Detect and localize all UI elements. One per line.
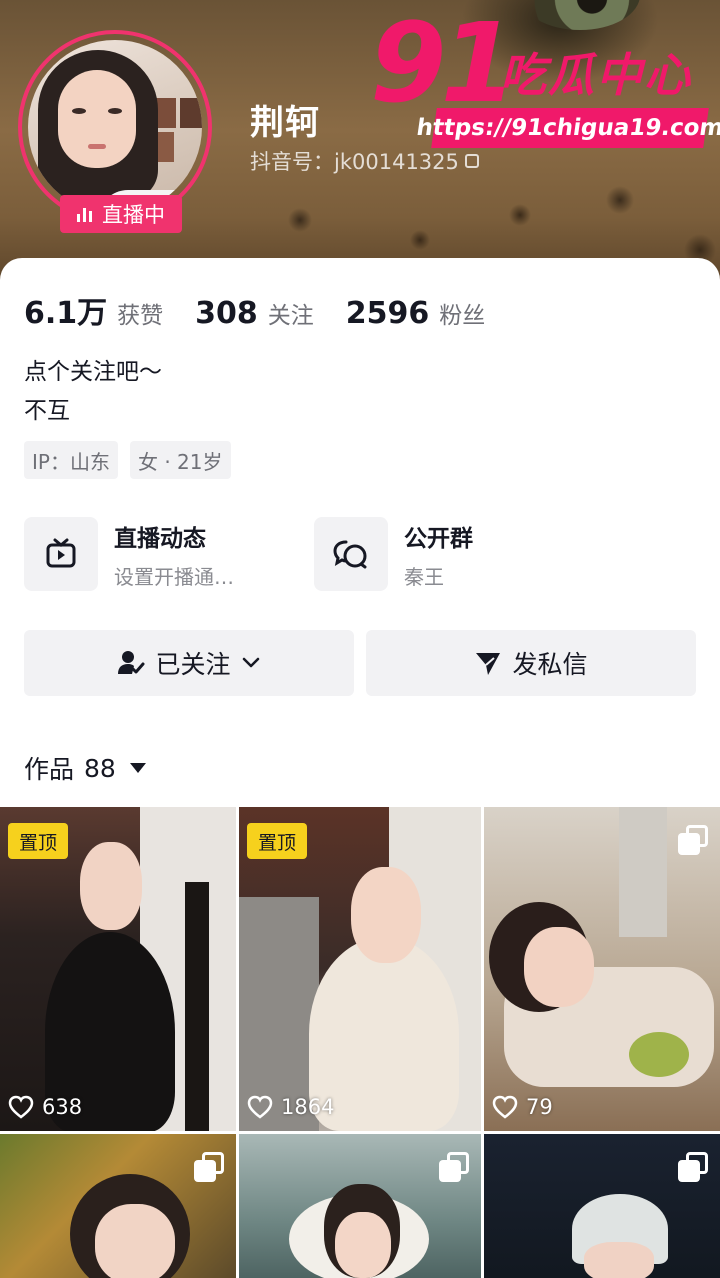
profile-tags: IP：山东 女 · 21岁 [24,441,231,479]
works-count: 88 [84,753,116,783]
video-likes: 79 [492,1095,553,1119]
stat-following[interactable]: 308 关注 [195,296,314,331]
chat-bubbles-icon [333,540,367,569]
leopard-eye-decoration [520,0,640,30]
public-group-title: 公开群 [404,525,473,552]
video-likes: 1864 [247,1095,334,1119]
profile-nickname: 荆轲 [250,103,320,143]
heart-icon [8,1095,34,1119]
heart-icon [492,1095,518,1119]
live-updates-entry[interactable]: 直播动态 设置开播通… [24,516,234,592]
stat-following-value: 308 [195,296,258,331]
entry-icon-box [314,517,388,591]
watermark-logo-title: 吃瓜中心 [500,48,692,102]
works-label: 作品 [24,755,75,784]
gender-age-tag: 女 · 21岁 [129,441,231,479]
works-tab[interactable]: 作品 88 [24,750,146,786]
bio-line: 点个关注吧～ [24,359,162,385]
video-grid: 置顶 638 置顶 1864 79 [0,807,720,1278]
douyin-id-text: 抖音号：jk00141325 [250,150,459,174]
pinned-badge: 置顶 [247,823,307,859]
followed-button[interactable]: 已关注 [24,630,354,696]
stat-followers-label: 粉丝 [439,303,486,329]
video-thumbnail[interactable] [239,1134,481,1278]
video-likes-count: 638 [42,1095,83,1119]
multi-image-icon [678,825,708,855]
public-group-subtitle: 秦王 [404,564,444,589]
multi-image-icon [678,1152,708,1182]
send-message-button[interactable]: 发私信 [366,630,696,696]
watermark-url: https://91chigua19.com [415,108,720,148]
pinned-badge: 置顶 [8,823,68,859]
send-message-label: 发私信 [512,650,588,679]
avatar-image [28,40,202,214]
live-bars-icon [77,206,92,222]
chevron-down-icon [242,657,259,668]
stat-following-label: 关注 [267,303,314,329]
followed-label: 已关注 [155,650,231,679]
action-buttons: 已关注 发私信 [24,630,696,696]
multi-image-icon [439,1152,469,1182]
video-thumbnail[interactable]: 79 [484,807,720,1131]
stat-likes[interactable]: 6.1万 获赞 [24,288,163,332]
caret-down-icon[interactable] [129,763,146,773]
video-likes-count: 1864 [281,1095,335,1119]
multi-image-icon [194,1152,224,1182]
douyin-id-row[interactable]: 抖音号：jk00141325 [250,146,479,176]
heart-icon [247,1095,273,1119]
stat-followers-value: 2596 [345,296,430,331]
watermark-logo-number: 91 [370,0,517,127]
live-updates-subtitle: 设置开播通… [114,564,234,589]
user-check-icon [118,651,145,674]
video-likes: 638 [8,1095,82,1119]
video-thumbnail[interactable] [0,1134,236,1278]
profile-panel: 6.1万 获赞 308 关注 2596 粉丝 点个关注吧～ 不互 IP：山东 女… [0,258,720,808]
bio-line: 不互 [24,398,70,424]
video-thumbnail[interactable]: 置顶 638 [0,807,236,1131]
video-thumbnail[interactable]: 置顶 1864 [239,807,481,1131]
stat-followers[interactable]: 2596 粉丝 [346,296,486,331]
live-updates-title: 直播动态 [114,525,206,552]
tv-icon [46,538,76,568]
video-likes-count: 79 [526,1095,553,1119]
profile-bio: 点个关注吧～ 不互 [24,353,162,431]
stat-likes-value: 6.1万 [24,296,108,331]
copy-icon[interactable] [464,154,479,168]
video-thumbnail[interactable] [484,1134,720,1278]
public-group-entry[interactable]: 公开群 秦王 [314,516,473,592]
feature-entries: 直播动态 设置开播通… 公开群 秦王 [24,516,696,592]
stats-row: 6.1万 获赞 308 关注 2596 粉丝 [24,288,517,332]
stat-likes-label: 获赞 [117,303,164,329]
live-badge[interactable]: 直播中 [60,195,182,233]
entry-icon-box [24,517,98,591]
ip-location-tag: IP：山东 [24,441,118,479]
live-badge-label: 直播中 [102,203,165,227]
send-icon [476,653,501,675]
